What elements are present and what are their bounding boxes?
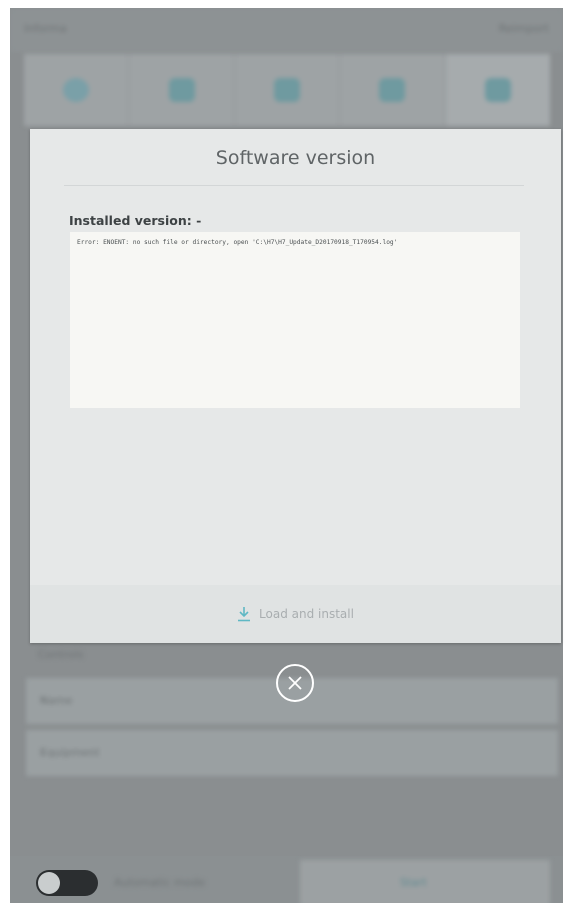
divider	[64, 185, 524, 186]
toolbar-edit-button[interactable]	[129, 54, 235, 126]
header-right-text: Reimport	[498, 22, 549, 35]
toggle-label: Automatic mode	[114, 876, 206, 889]
dialog-footer: Load and install	[30, 585, 561, 643]
log-output-box[interactable]: Error: ENOENT: no such file or directory…	[70, 232, 520, 408]
close-circle-icon	[288, 676, 302, 690]
load-and-install-button[interactable]: Load and install	[237, 606, 354, 622]
installed-version-label: Installed version: -	[69, 213, 202, 228]
toolbar-tools-button[interactable]	[445, 54, 551, 126]
list-item[interactable]: Equipment ›	[26, 730, 558, 776]
gear-icon	[63, 78, 90, 102]
toolbar-wrench-button[interactable]	[235, 54, 341, 126]
start-button-label: Start	[400, 876, 427, 889]
toolbar-monitor-button[interactable]	[340, 54, 446, 126]
close-button[interactable]	[276, 664, 314, 702]
toolbar	[24, 54, 551, 126]
app-header: Informa Reimport	[10, 8, 563, 52]
chevron-right-icon: ›	[40, 745, 45, 759]
dialog-title: Software version	[215, 147, 376, 169]
log-text: Error: ENOENT: no such file or directory…	[77, 239, 398, 246]
download-icon	[238, 607, 251, 622]
wrench-icon	[274, 78, 301, 102]
toolbar-gear-button[interactable]	[24, 54, 130, 126]
monitor-icon	[379, 78, 406, 102]
edit-icon	[168, 78, 195, 102]
section-label: Controls	[38, 648, 84, 661]
software-version-dialog: Software version Installed version: - Er…	[30, 129, 561, 643]
header-left-text: Informa	[24, 22, 67, 35]
automatic-mode-toggle[interactable]	[36, 870, 98, 896]
tools-icon	[484, 78, 511, 102]
toggle-knob	[38, 872, 60, 894]
load-and-install-label: Load and install	[259, 607, 354, 621]
start-button[interactable]: Start	[300, 860, 550, 903]
